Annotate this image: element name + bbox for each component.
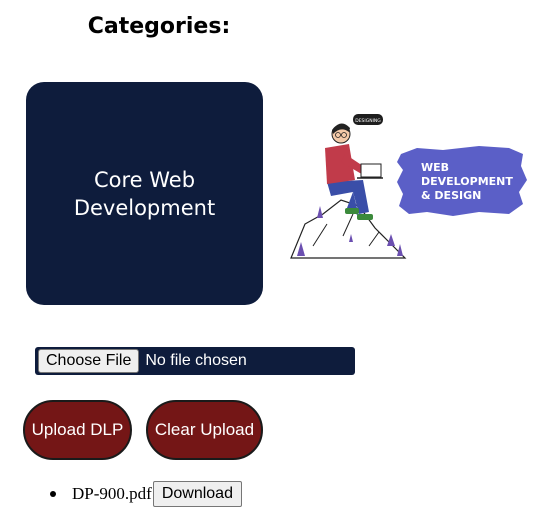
file-status-text: No file chosen (145, 352, 247, 369)
clear-upload-button[interactable]: Clear Upload (146, 400, 263, 460)
plant-right (387, 234, 395, 246)
page-title: Categories: (87, 14, 231, 39)
list-item: DP-900.pdf Download (50, 481, 242, 507)
laptop (360, 163, 382, 178)
speech-bubble-text: DESIGNING (355, 118, 381, 124)
category-card-label: Core Web Development (73, 167, 216, 220)
badge-line-3: & DESIGN (421, 189, 481, 202)
upload-dlp-button[interactable]: Upload DLP (23, 400, 132, 460)
badge-line-2: DEVELOPMENT (421, 175, 513, 188)
file-list: DP-900.pdf Download (50, 481, 242, 507)
badge-line-1: WEB (421, 161, 449, 174)
page: Categories: Core Web Development DESIGNI… (0, 0, 541, 518)
bullet-icon (50, 491, 56, 497)
category-card-core-web-development[interactable]: Core Web Development (26, 82, 263, 305)
web-development-illustration: DESIGNING WEB DEVELOPMENT & DESIGN (290, 114, 527, 259)
choose-file-button[interactable]: Choose File (38, 349, 140, 373)
file-name: DP-900.pdf (72, 484, 152, 503)
shoe (357, 214, 373, 220)
download-button[interactable]: Download (152, 481, 242, 507)
file-input[interactable]: Choose File No file chosen (35, 347, 355, 375)
